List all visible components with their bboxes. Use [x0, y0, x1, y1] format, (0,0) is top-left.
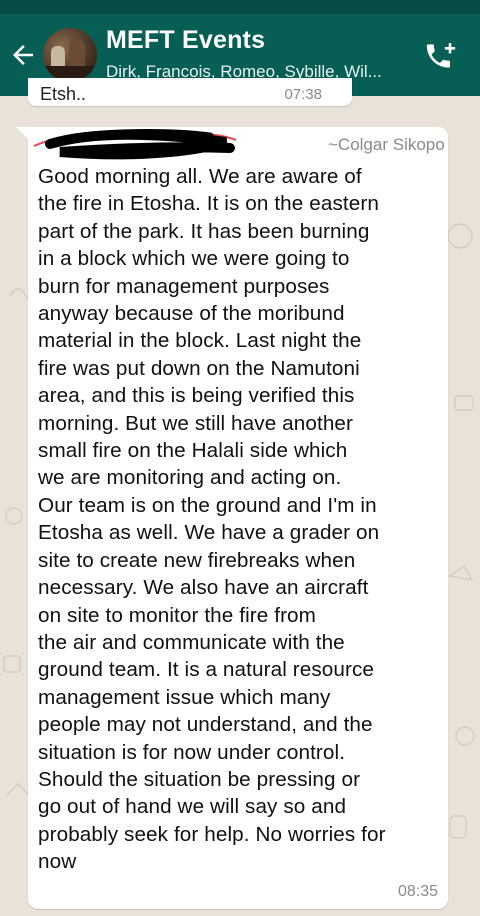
redaction-scribble — [33, 129, 237, 160]
arrow-left-icon[interactable] — [8, 40, 38, 70]
previous-message-bubble[interactable]: Etsh.. 07:38 — [28, 78, 352, 106]
message-bubble[interactable]: ~Colgar Sikopo Good morning all. We are … — [28, 127, 448, 909]
previous-message-time: 07:38 — [284, 86, 322, 103]
status-bar — [0, 0, 480, 14]
chat-title[interactable]: MEFT Events — [106, 26, 265, 55]
message-time: 08:35 — [397, 883, 438, 900]
add-call-icon[interactable] — [423, 40, 459, 72]
group-avatar[interactable] — [43, 28, 97, 82]
message-text: Good morning all. We are aware of the fi… — [38, 165, 386, 874]
message-sender[interactable]: ~Colgar Sikopo — [328, 135, 445, 155]
previous-message-text: Etsh.. — [40, 84, 87, 104]
